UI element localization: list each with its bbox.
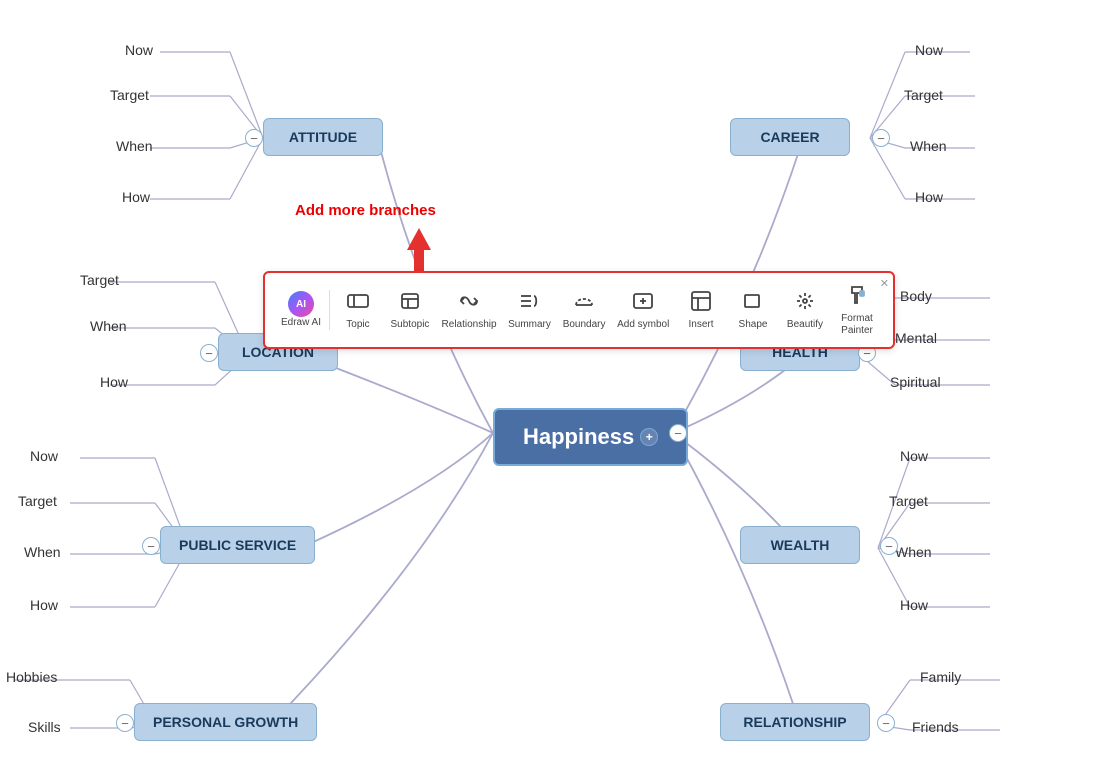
location-leaf-when: When	[90, 318, 127, 334]
subtopic-icon	[398, 289, 422, 317]
attitude-minus[interactable]: −	[245, 129, 263, 147]
toolbar-shape-label: Shape	[739, 319, 768, 331]
toolbar-edraw-ai-label: Edraw AI	[281, 317, 321, 329]
attitude-leaf-target: Target	[110, 87, 149, 103]
location-minus[interactable]: −	[200, 344, 218, 362]
branch-public-service-label: PUBLIC SERVICE	[179, 537, 296, 553]
wealth-leaf-now: Now	[900, 448, 928, 464]
branch-personal-growth-label: PERSONAL GROWTH	[153, 714, 298, 730]
central-plus-button[interactable]: +	[640, 428, 658, 446]
toolbar-shape[interactable]: Shape	[727, 285, 779, 335]
toolbar-summary[interactable]: Summary	[502, 285, 557, 335]
toolbar-divider-1	[329, 290, 330, 330]
personal-leaf-skills: Skills	[28, 719, 61, 735]
branch-career[interactable]: CAREER	[730, 118, 850, 156]
health-leaf-spiritual: Spiritual	[890, 374, 941, 390]
add-symbol-icon	[631, 289, 655, 317]
toolbar-subtopic-label: Subtopic	[391, 319, 430, 331]
wealth-leaf-target: Target	[889, 493, 928, 509]
toolbar-edraw-ai[interactable]: AI Edraw AI	[275, 287, 327, 333]
toolbar-close-button[interactable]: ✕	[880, 277, 889, 290]
toolbar-subtopic[interactable]: Subtopic	[384, 285, 436, 335]
toolbar-insert[interactable]: Insert	[675, 285, 727, 335]
location-leaf-how: How	[100, 374, 128, 390]
relationship-minus[interactable]: −	[877, 714, 895, 732]
central-node[interactable]: Happiness +	[493, 408, 688, 466]
edraw-ai-icon: AI	[288, 291, 314, 317]
toolbar-topic[interactable]: Topic	[332, 285, 384, 335]
central-minus-button[interactable]: −	[669, 424, 687, 442]
career-leaf-now: Now	[915, 42, 943, 58]
summary-icon	[517, 289, 541, 317]
toolbar-add-symbol-label: Add symbol	[617, 319, 669, 331]
relationship-leaf-friends: Friends	[912, 719, 959, 735]
topic-icon	[346, 289, 370, 317]
toolbar-boundary[interactable]: Boundary	[557, 285, 612, 335]
beautify-icon	[793, 289, 817, 317]
toolbar-beautify-label: Beautify	[787, 319, 823, 331]
attitude-leaf-now: Now	[125, 42, 153, 58]
health-leaf-mental: Mental	[895, 330, 937, 346]
toolbar-format-painter-label: FormatPainter	[841, 313, 873, 337]
wealth-leaf-how: How	[900, 597, 928, 613]
branch-wealth-label: WEALTH	[771, 537, 830, 553]
wealth-minus[interactable]: −	[880, 537, 898, 555]
branch-relationship-label: RELATIONSHIP	[743, 714, 846, 730]
attitude-leaf-how: How	[122, 189, 150, 205]
public-leaf-how: How	[30, 597, 58, 613]
toolbar: AI Edraw AI Topic Subtopic	[263, 271, 895, 349]
health-leaf-body: Body	[900, 288, 932, 304]
toolbar-insert-label: Insert	[688, 319, 713, 331]
relationship-leaf-family: Family	[920, 669, 961, 685]
format-painter-icon	[845, 283, 869, 311]
toolbar-relationship-label: Relationship	[442, 319, 497, 331]
toolbar-boundary-label: Boundary	[563, 319, 606, 331]
branch-personal-growth[interactable]: PERSONAL GROWTH	[134, 703, 317, 741]
shape-icon	[741, 289, 765, 317]
attitude-leaf-when: When	[116, 138, 153, 154]
branch-relationship[interactable]: RELATIONSHIP	[720, 703, 870, 741]
insert-icon	[689, 289, 713, 317]
central-label: Happiness	[523, 424, 634, 450]
add-branches-hint: Add more branches	[295, 202, 436, 219]
branch-wealth[interactable]: WEALTH	[740, 526, 860, 564]
branch-attitude[interactable]: ATTITUDE	[263, 118, 383, 156]
public-minus[interactable]: −	[142, 537, 160, 555]
branch-career-label: CAREER	[760, 129, 819, 145]
branch-public-service[interactable]: PUBLIC SERVICE	[160, 526, 315, 564]
toolbar-beautify[interactable]: Beautify	[779, 285, 831, 335]
public-leaf-when: When	[24, 544, 61, 560]
toolbar-relationship[interactable]: Relationship	[436, 285, 502, 335]
career-leaf-how: How	[915, 189, 943, 205]
toolbar-topic-label: Topic	[346, 319, 369, 331]
relationship-icon	[457, 289, 481, 317]
public-leaf-target: Target	[18, 493, 57, 509]
toolbar-format-painter[interactable]: FormatPainter	[831, 279, 883, 341]
career-leaf-when: When	[910, 138, 947, 154]
toolbar-summary-label: Summary	[508, 319, 551, 331]
toolbar-add-symbol[interactable]: Add symbol	[611, 285, 675, 335]
location-leaf-target: Target	[80, 272, 119, 288]
career-minus[interactable]: −	[872, 129, 890, 147]
personal-leaf-hobbies: Hobbies	[6, 669, 57, 685]
wealth-leaf-when: When	[895, 544, 932, 560]
add-branches-arrow	[404, 228, 434, 277]
career-leaf-target: Target	[904, 87, 943, 103]
public-leaf-now: Now	[30, 448, 58, 464]
boundary-icon	[572, 289, 596, 317]
personal-minus[interactable]: −	[116, 714, 134, 732]
branch-attitude-label: ATTITUDE	[289, 129, 357, 145]
